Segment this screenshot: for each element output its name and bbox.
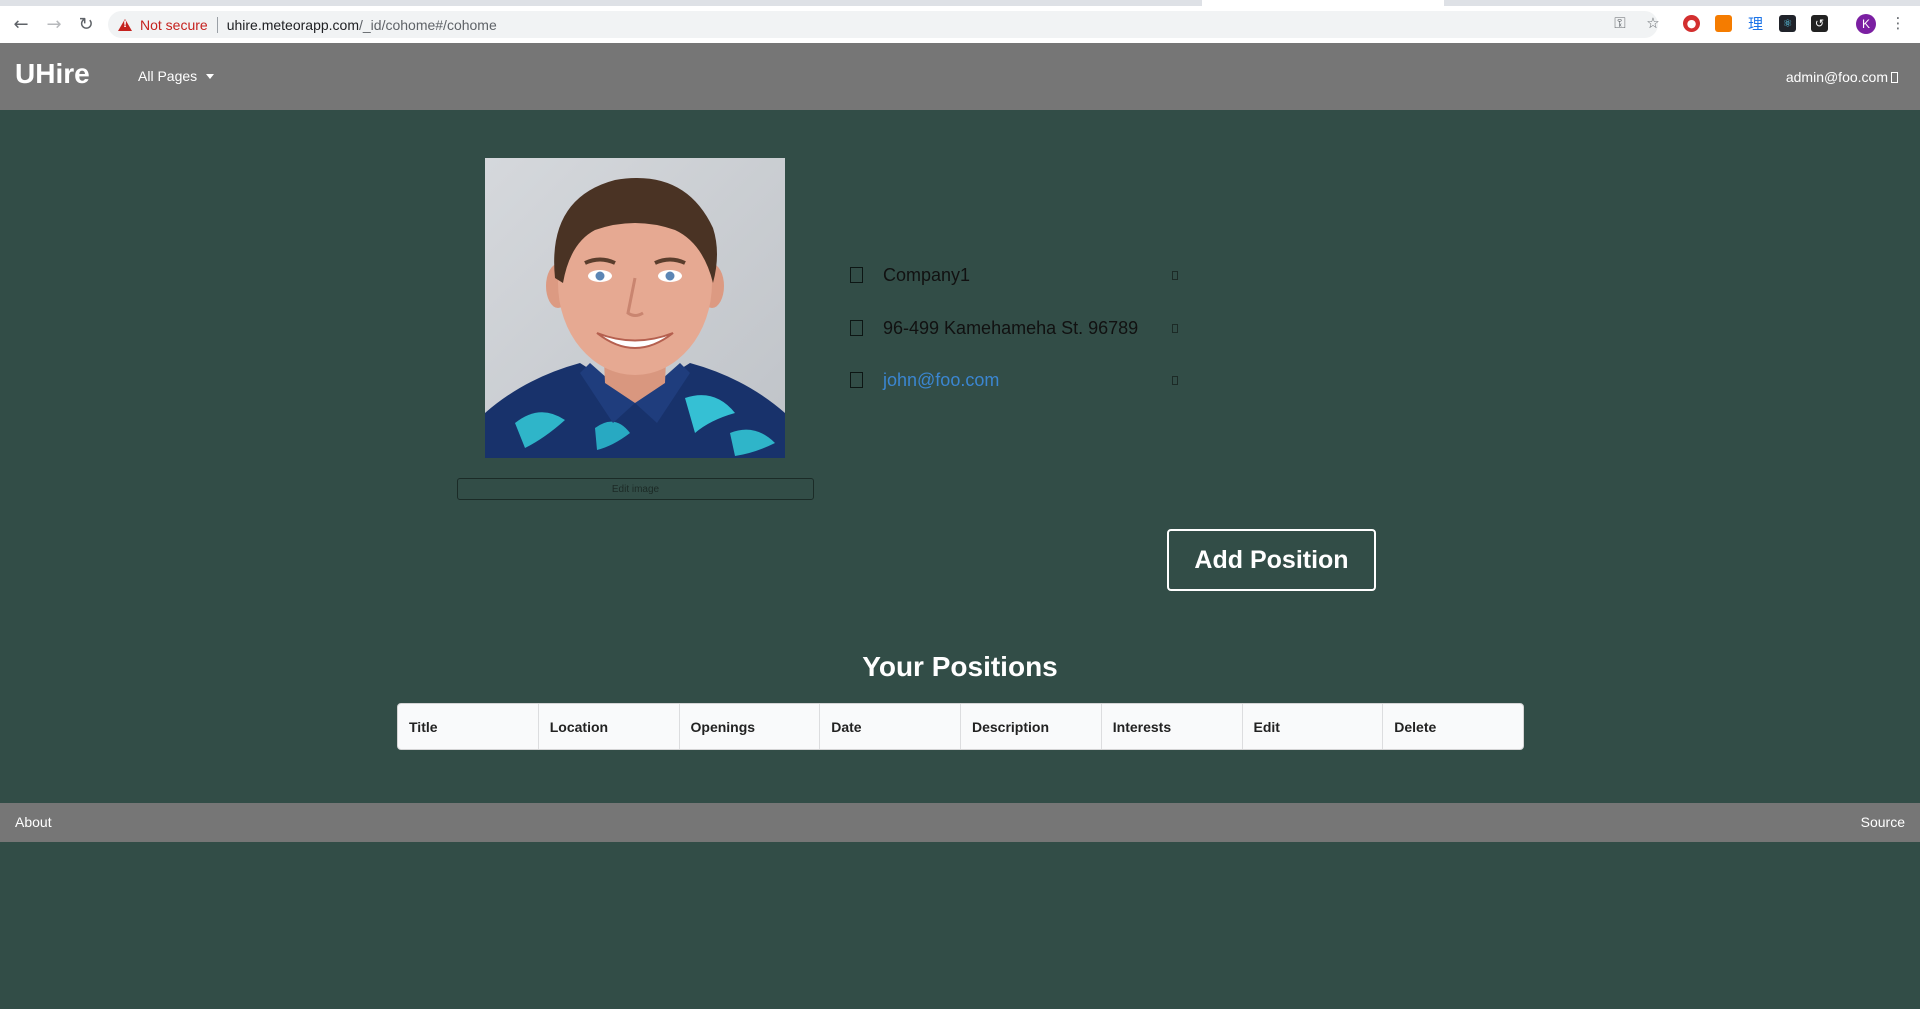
forward-icon[interactable]: → — [43, 13, 65, 35]
about-link[interactable]: About — [15, 814, 52, 830]
column-header-edit: Edit — [1243, 704, 1384, 749]
mail-icon — [850, 372, 863, 388]
edit-address-icon[interactable] — [1172, 323, 1178, 333]
extension-icon[interactable]: ↺ — [1811, 15, 1828, 32]
edit-image-button[interactable]: Edit image — [457, 478, 814, 500]
edit-company-icon[interactable] — [1172, 270, 1178, 280]
column-header-title: Title — [398, 704, 539, 749]
user-menu-icon — [1891, 71, 1898, 83]
browser-toolbar: ← → ↻ Not secure uhire.meteorapp.com/_id… — [0, 0, 1920, 43]
caret-down-icon — [206, 73, 215, 79]
column-header-delete: Delete — [1394, 718, 1437, 735]
column-header-openings: Openings — [680, 704, 821, 749]
positions-heading: Your Positions — [862, 651, 1058, 682]
back-icon[interactable]: ← — [10, 13, 32, 35]
add-position-button[interactable]: Add Position — [1167, 529, 1376, 591]
brand-logo[interactable]: UHire — [15, 58, 90, 90]
building-icon — [850, 267, 863, 283]
adblock-extension-icon[interactable]: ● — [1683, 15, 1700, 32]
dictionary-extension-icon[interactable]: 理 — [1747, 15, 1764, 33]
omnibox-divider — [216, 16, 218, 33]
reload-icon[interactable]: ↻ — [75, 13, 97, 35]
menu-kebab-icon[interactable]: ⋮ — [1889, 14, 1907, 32]
all-pages-dropdown[interactable]: All Pages — [138, 68, 215, 84]
security-status[interactable]: Not secure — [140, 17, 208, 33]
key-icon[interactable]: ⚿ — [1611, 14, 1629, 32]
company-email-link[interactable]: john@foo.com — [883, 370, 999, 391]
column-header-description: Description — [961, 704, 1102, 749]
edit-email-icon[interactable] — [1172, 375, 1178, 385]
company-address: 96-499 Kamehameha St. 96789 — [883, 317, 1139, 338]
source-link[interactable]: Source — [1861, 814, 1905, 830]
lock-extension-icon[interactable] — [1715, 15, 1732, 32]
star-icon[interactable]: ☆ — [1644, 14, 1662, 32]
company-name-row: Company1 — [850, 263, 1178, 287]
address-bar[interactable]: Not secure uhire.meteorapp.com/_id/cohom… — [108, 11, 1658, 38]
positions-table-header: Title Location Openings Date Description… — [397, 703, 1524, 750]
active-tab[interactable] — [1202, 0, 1444, 6]
user-menu[interactable]: admin@foo.com — [1786, 69, 1898, 85]
company-profile-photo — [485, 158, 785, 458]
map-marker-icon — [850, 320, 863, 336]
profile-avatar[interactable]: K — [1856, 14, 1876, 34]
email-row: john@foo.com — [850, 368, 1178, 392]
url-host: uhire.meteorapp.com — [226, 16, 359, 33]
footer: About Source — [0, 803, 1920, 842]
url-path: /_id/cohome#/cohome — [359, 16, 497, 33]
address-row: 96-499 Kamehameha St. 96789 — [850, 316, 1178, 340]
column-header-date: Date — [820, 704, 961, 749]
column-header-interests: Interests — [1102, 704, 1243, 749]
all-pages-label: All Pages — [138, 68, 198, 84]
tab-strip — [0, 0, 1920, 6]
user-email: admin@foo.com — [1785, 69, 1888, 85]
react-devtools-icon[interactable]: ⚛ — [1779, 15, 1796, 32]
top-navbar: UHire All Pages admin@foo.com — [0, 43, 1920, 110]
warning-icon — [118, 18, 132, 31]
company-name: Company1 — [883, 264, 971, 285]
column-header-location: Location — [539, 704, 680, 749]
